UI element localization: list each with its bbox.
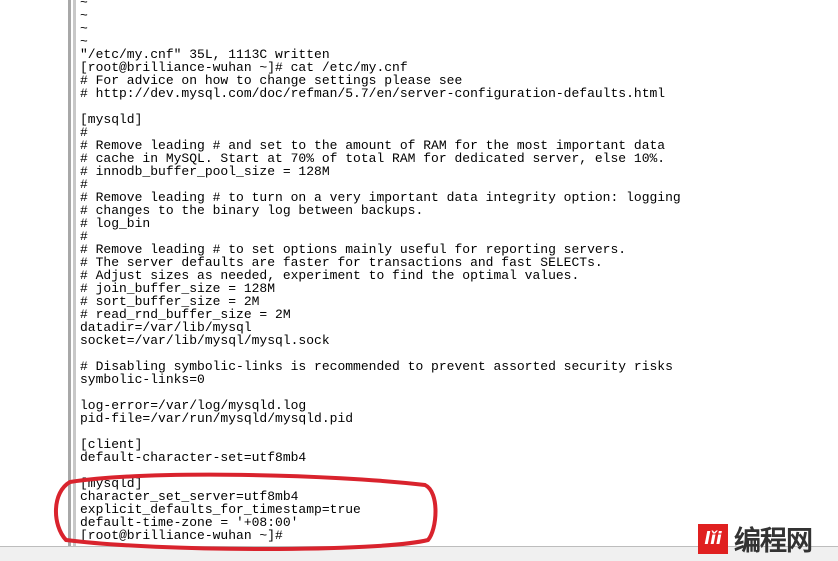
highlight-ellipse [53, 472, 438, 551]
watermark-badge: lǐi [698, 523, 728, 554]
watermark-text: 编程网 [734, 526, 813, 557]
watermark-logo: lǐi 编程网 [698, 519, 813, 558]
